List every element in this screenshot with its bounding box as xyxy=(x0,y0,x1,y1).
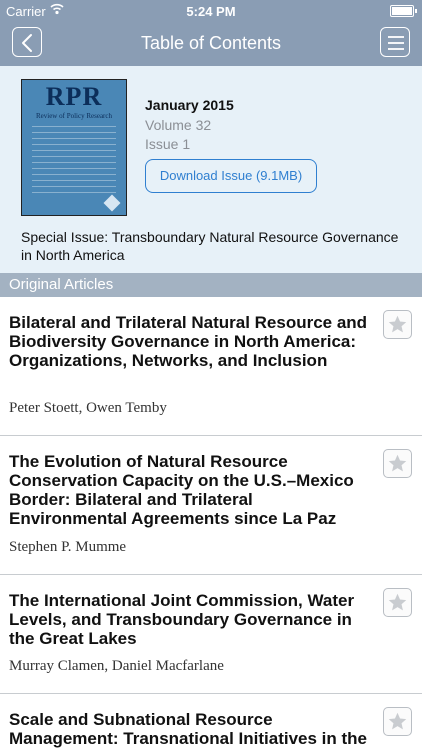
article-row[interactable]: The International Joint Commission, Wate… xyxy=(0,575,422,694)
favorite-button[interactable] xyxy=(383,588,412,617)
status-time: 5:24 PM xyxy=(186,4,236,19)
cover-subtitle: Review of Policy Research xyxy=(35,112,112,120)
section-header: Original Articles xyxy=(0,273,422,297)
issue-date: January 2015 xyxy=(145,97,234,113)
cover-decoration xyxy=(32,126,116,196)
issue-info-panel: RPR Review of Policy Research January 20… xyxy=(0,66,422,273)
download-issue-button[interactable]: Download Issue (9.1MB) xyxy=(145,159,317,193)
favorite-button[interactable] xyxy=(383,310,412,339)
battery-icon xyxy=(390,5,417,17)
star-icon xyxy=(388,315,407,333)
star-icon xyxy=(388,593,407,611)
issue-number: Issue 1 xyxy=(145,136,191,152)
issue-volume: Volume 32 xyxy=(145,117,212,133)
special-issue-text: Special Issue: Transboundary Natural Res… xyxy=(21,229,399,263)
cover-mark xyxy=(103,194,121,212)
menu-button[interactable] xyxy=(380,27,410,57)
article-title: The International Joint Commission, Wate… xyxy=(9,591,355,648)
cover-logo: RPR xyxy=(45,82,103,111)
hamburger-icon xyxy=(388,36,404,50)
article-authors: Peter Stoett, Owen Temby xyxy=(9,400,167,416)
status-bar: Carrier 5:24 PM xyxy=(0,0,422,22)
article-title: Scale and Subnational Resource Managemen… xyxy=(9,710,368,750)
article-row[interactable]: Scale and Subnational Resource Managemen… xyxy=(0,694,422,750)
issue-cover-image[interactable]: RPR Review of Policy Research xyxy=(21,79,127,216)
star-icon xyxy=(388,712,407,730)
nav-bar: Table of Contents xyxy=(0,22,422,66)
favorite-button[interactable] xyxy=(383,707,412,736)
article-row[interactable]: Bilateral and Trilateral Natural Resourc… xyxy=(0,297,422,436)
article-row[interactable]: The Evolution of Natural Resource Conser… xyxy=(0,436,422,575)
article-title: Bilateral and Trilateral Natural Resourc… xyxy=(9,313,368,370)
page-title: Table of Contents xyxy=(140,33,282,53)
article-title: The Evolution of Natural Resource Conser… xyxy=(9,452,354,528)
article-authors: Stephen P. Mumme xyxy=(9,539,127,555)
favorite-button[interactable] xyxy=(383,449,412,478)
star-icon xyxy=(388,454,407,472)
article-authors: Murray Clamen, Daniel Macfarlane xyxy=(9,658,224,674)
